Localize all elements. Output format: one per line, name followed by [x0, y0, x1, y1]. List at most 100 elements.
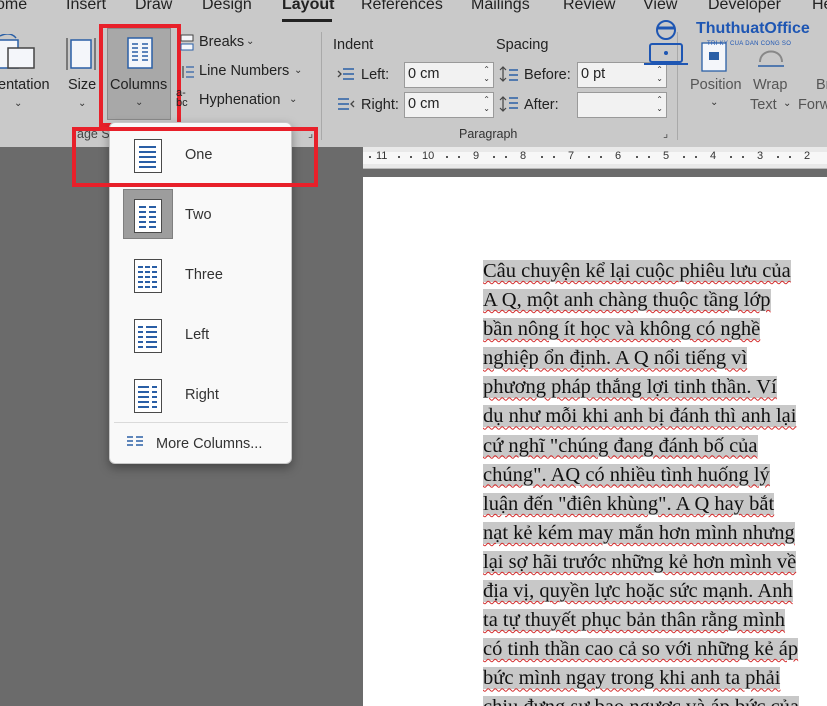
ruler-tick — [541, 156, 543, 158]
ruler-track: 11 10 9 8 7 6 5 4 3 2 — [363, 150, 827, 164]
ruler-number: 4 — [710, 150, 717, 162]
ruler-tick — [493, 156, 495, 158]
indent-left-input[interactable]: 0 cm ⌃ ⌄ — [404, 62, 494, 88]
spacing-before-icon — [499, 66, 518, 82]
tab-draw[interactable]: Draw — [135, 0, 172, 14]
size-label: Size — [68, 77, 97, 93]
ruler-tick — [730, 156, 732, 158]
bring-forward-label-line1: Bri — [816, 77, 827, 93]
tab-insert[interactable]: Insert — [66, 0, 106, 14]
tab-help[interactable]: He — [812, 0, 827, 14]
wrap-text-label-line2: Text — [750, 97, 777, 113]
text-line[interactable]: lại sợ hãi trước những kẻ hơn mình về — [483, 548, 827, 577]
indent-left-label: Left: — [361, 67, 390, 83]
columns-option-right[interactable]: Right — [110, 366, 291, 422]
horizontal-ruler[interactable]: 11 10 9 8 7 6 5 4 3 2 — [363, 147, 827, 169]
ruler-tick — [777, 156, 779, 158]
ruler-number: 9 — [473, 150, 480, 162]
group-separator — [321, 32, 322, 140]
indent-left-value: 0 cm — [408, 66, 440, 82]
ruler-tick — [588, 156, 590, 158]
person-laptop-icon — [644, 20, 688, 65]
spacing-before-value: 0 pt — [581, 66, 606, 82]
position-label: Position — [690, 77, 742, 93]
columns-option-three[interactable]: Three — [110, 246, 291, 302]
text-line[interactable]: Câu chuyện kể lại cuộc phiêu lưu của — [483, 257, 827, 286]
dialog-launcher-icon[interactable]: ⌟ — [663, 127, 668, 140]
ruler-tick — [600, 156, 602, 158]
breaks-label: Breaks — [199, 34, 245, 50]
columns-option-left[interactable]: Left — [110, 306, 291, 362]
tab-mailings[interactable]: Mailings — [471, 0, 530, 14]
spacing-header: Spacing — [496, 37, 549, 53]
columns-option-label: Two — [185, 207, 212, 223]
one-option-annotation-box — [72, 127, 318, 187]
three-columns-icon — [134, 259, 162, 293]
spinner-arrows-icon[interactable]: ⌃ ⌄ — [656, 95, 663, 113]
spinner-arrows-icon[interactable]: ⌃ ⌄ — [483, 65, 490, 83]
size-icon — [66, 38, 96, 70]
text-line[interactable]: chịu đựng sự bạo ngược và áp bức của — [483, 693, 827, 706]
logo-tagline: TRI KY CUA DAN CONG SO — [707, 41, 792, 47]
chevron-down-icon: ⌄ — [294, 65, 303, 76]
ruler-tick — [636, 156, 638, 158]
ruler-tick — [648, 156, 650, 158]
tab-home[interactable]: ome — [0, 0, 27, 14]
text-line[interactable]: bần nông ít học và không có nghề — [483, 315, 827, 344]
text-line[interactable]: nghiệp ổn định. A Q nổi tiếng vì — [483, 344, 827, 373]
menu-separator — [114, 422, 288, 423]
more-columns-button[interactable]: More Columns... — [110, 426, 291, 460]
document-page[interactable]: Câu chuyện kể lại cuộc phiêu lưu của A Q… — [363, 177, 827, 706]
columns-option-two[interactable]: Two — [110, 186, 291, 242]
chevron-down-icon: ⌄ — [78, 98, 87, 109]
ruler-number: 10 — [422, 150, 435, 162]
ruler-number: 8 — [520, 150, 527, 162]
spacing-after-icon — [499, 96, 518, 112]
text-line[interactable]: có tinh thần cao cả so với những kẻ áp — [483, 635, 827, 664]
spacing-after-label: After: — [524, 97, 559, 113]
spacing-after-input[interactable]: ⌃ ⌄ — [577, 92, 667, 118]
logo-wordmark: ThuthuatOffice — [696, 20, 810, 37]
chevron-down-icon: ⌄ — [14, 98, 23, 109]
left-column-icon — [134, 319, 162, 353]
thuthuatoffice-logo: ThuthuatOffice TRI KY CUA DAN CONG SO — [636, 14, 827, 70]
tab-view[interactable]: View — [643, 0, 677, 14]
columns-option-label: Right — [185, 387, 219, 403]
tab-design[interactable]: Design — [202, 0, 252, 14]
text-line[interactable]: chúng". AQ có nhiều tình huống lý — [483, 461, 827, 490]
document-body[interactable]: Câu chuyện kể lại cuộc phiêu lưu của A Q… — [483, 257, 827, 706]
two-columns-icon — [134, 199, 162, 233]
indent-header: Indent — [333, 37, 374, 53]
text-line[interactable]: địa vị, quyền lực hoặc sức mạnh. Anh — [483, 577, 827, 606]
columns-option-label: Left — [185, 327, 210, 343]
tab-developer[interactable]: Developer — [708, 0, 781, 14]
ruler-tick — [695, 156, 697, 158]
columns-option-label: Three — [185, 267, 223, 283]
orientation-icon — [0, 34, 35, 69]
indent-right-input[interactable]: 0 cm ⌃ ⌄ — [404, 92, 494, 118]
text-line[interactable]: luận đến "điên khùng". A Q hay bắt — [483, 490, 827, 519]
chevron-down-icon: ⌄ — [289, 94, 298, 105]
tab-review[interactable]: Review — [563, 0, 615, 14]
text-line[interactable]: nạt kẻ kém may mắn hơn mình nhưng — [483, 519, 827, 548]
tab-references[interactable]: References — [361, 0, 443, 14]
chevron-down-icon: ⌄ — [710, 97, 719, 108]
text-line[interactable]: ta tự thuyết phục bản thân rằng mình — [483, 606, 827, 635]
tab-layout[interactable]: Layout — [282, 0, 334, 14]
ruler-tick — [369, 156, 371, 158]
text-line[interactable]: cứ nghĩ "chúng đang đánh bố của — [483, 432, 827, 461]
ruler-tick — [398, 156, 400, 158]
ruler-tick — [458, 156, 460, 158]
more-columns-icon — [127, 436, 143, 446]
text-line[interactable]: phương pháp thắng lợi tinh thần. Ví — [483, 373, 827, 402]
text-line[interactable]: bức mình ngay trong khi anh ta phải — [483, 664, 827, 693]
ruler-tick — [410, 156, 412, 158]
chevron-down-icon: ⌄ — [246, 36, 255, 47]
spinner-arrows-icon[interactable]: ⌃ ⌄ — [483, 95, 490, 113]
ruler-tick — [742, 156, 744, 158]
spacing-before-label: Before: — [524, 67, 571, 83]
orientation-label: entation — [0, 77, 50, 93]
text-line[interactable]: dụ như mỗi khi anh bị đánh thì anh lại — [483, 402, 827, 431]
text-line[interactable]: A Q, một anh chàng thuộc tầng lớp — [483, 286, 827, 315]
ruler-number: 11 — [376, 150, 388, 162]
